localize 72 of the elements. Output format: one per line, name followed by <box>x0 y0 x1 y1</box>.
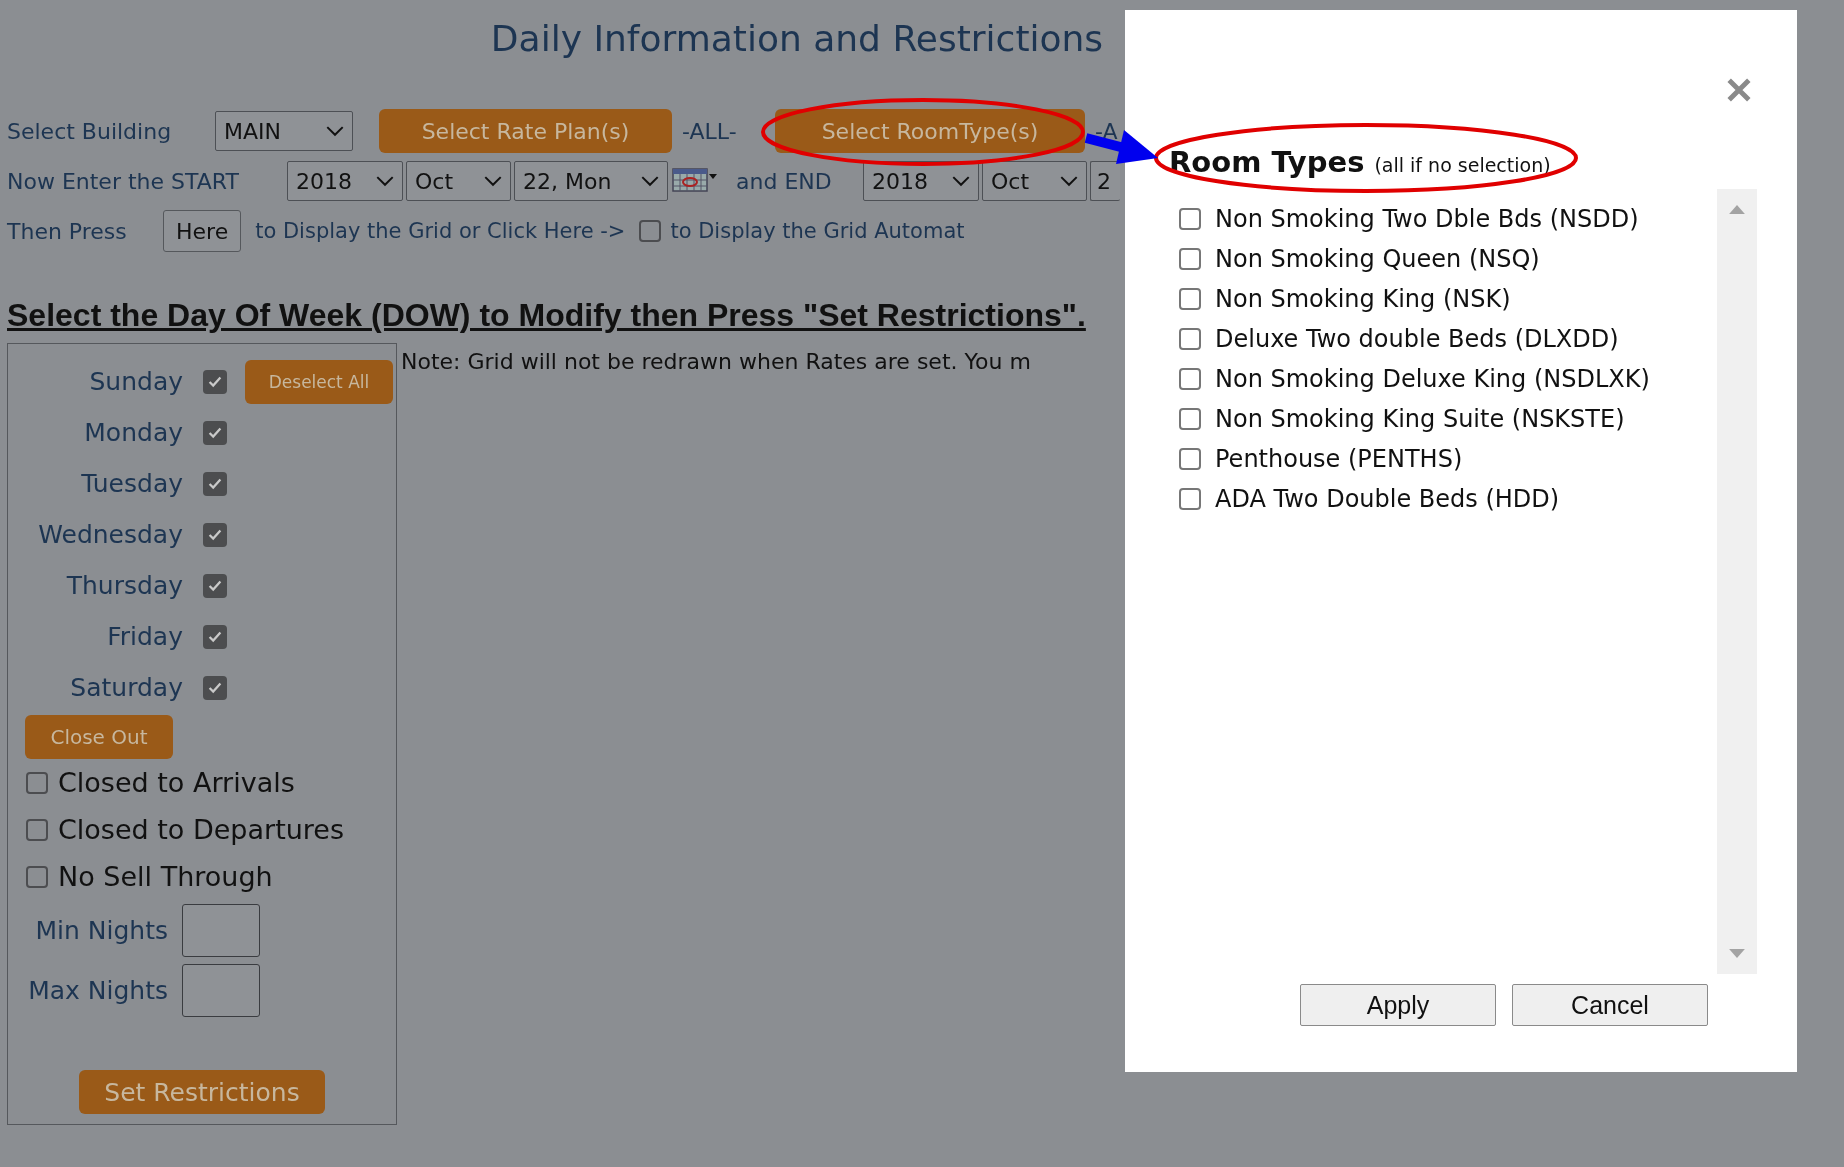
nights-field[interactable] <box>182 963 260 1017</box>
day-label: Friday <box>106 622 183 651</box>
room-type-label: Non Smoking King Suite (NSKSTE) <box>1215 405 1625 433</box>
building-select[interactable]: MAIN <box>215 111 353 151</box>
chevron-icon <box>326 125 344 137</box>
page-title: Daily Information and Restrictions <box>489 17 1105 61</box>
display-hint: to Display the Grid or Click Here -> <box>255 219 626 243</box>
note-text: Note: Grid will not be redrawn when Rates are set. You m <box>401 349 1031 374</box>
room-type-checkbox[interactable] <box>1179 288 1201 310</box>
dialog-title: Room Types <box>1169 145 1365 179</box>
day-label: Tuesday <box>80 469 183 498</box>
date-select[interactable]: 2018 <box>287 161 403 201</box>
nights-label: Min Nights <box>34 915 168 945</box>
day-label: Thursday <box>65 571 183 600</box>
day-checkbox[interactable] <box>203 420 227 445</box>
chevron-icon <box>1060 175 1078 187</box>
start-label: Now Enter the START <box>7 168 240 194</box>
restriction-checkbox[interactable] <box>26 818 48 841</box>
nights-label: Max Nights <box>27 975 168 1005</box>
room-type-label: Penthouse (PENTHS) <box>1215 445 1463 473</box>
day-label: Wednesday <box>37 520 183 549</box>
restriction-checkbox[interactable] <box>26 865 48 888</box>
dialog-hint: (all if no selection) <box>1374 154 1551 176</box>
day-checkbox[interactable] <box>203 624 227 649</box>
room-type-checkbox[interactable] <box>1179 248 1201 270</box>
room-type-label: Non Smoking Two Dble Bds (NSDD) <box>1215 205 1639 233</box>
room-type-label: ADA Two Double Beds (HDD) <box>1215 485 1560 513</box>
restriction-label: Closed to Arrivals <box>58 767 295 798</box>
chevron-icon <box>952 175 970 187</box>
calendar-icon[interactable] <box>672 168 718 194</box>
day-checkbox[interactable] <box>203 573 227 598</box>
room-type-checkbox[interactable] <box>1179 408 1201 430</box>
restriction-checkbox[interactable] <box>26 771 48 794</box>
display-label: Then Press <box>7 218 128 244</box>
restriction-label: No Sell Through <box>58 861 273 892</box>
day-checkbox[interactable] <box>203 675 227 700</box>
auto-display-label: to Display the Grid Automat <box>670 219 965 243</box>
room-type-label: Deluxe Two double Beds (DLXDD) <box>1215 325 1619 353</box>
cancel-button[interactable]: Cancel <box>1512 984 1708 1026</box>
chevron-icon <box>484 175 502 187</box>
room-type-checkbox[interactable] <box>1179 368 1201 390</box>
restriction-label: Closed to Departures <box>58 814 345 845</box>
date-select[interactable]: 2018 <box>863 161 979 201</box>
here-button[interactable]: Here <box>163 210 242 252</box>
room-type-label: Non Smoking Deluxe King (NSDLXK) <box>1215 365 1650 393</box>
nights-field[interactable] <box>182 903 260 957</box>
apply-button[interactable]: Apply <box>1300 984 1496 1026</box>
day-label: Sunday <box>88 367 183 396</box>
room-type-label: Non Smoking King (NSK) <box>1215 285 1511 313</box>
date-select[interactable]: Oct <box>406 161 511 201</box>
room-type-checkbox[interactable] <box>1179 448 1201 470</box>
chevron-icon <box>641 175 659 187</box>
room-type-checkbox[interactable] <box>1179 328 1201 350</box>
day-label: Monday <box>83 418 183 447</box>
room-type-checkbox[interactable] <box>1179 488 1201 510</box>
close-icon[interactable] <box>1725 76 1753 104</box>
date-select[interactable]: Oct <box>982 161 1087 201</box>
room-type-value: -A <box>1095 118 1118 144</box>
chevron-icon <box>376 175 394 187</box>
auto-display-checkbox[interactable] <box>639 220 662 242</box>
date-select[interactable]: 2 <box>1090 161 1120 201</box>
section-heading: Select the Day Of Week (DOW) to Modify then Press "Set Restrictions". <box>7 297 1087 335</box>
day-checkbox[interactable] <box>203 471 227 496</box>
building-label: Select Building <box>7 118 173 144</box>
date-select[interactable]: 22, Mon <box>514 161 668 201</box>
room-type-label: Non Smoking Queen (NSQ) <box>1215 245 1540 273</box>
rate-plan-value: -ALL- <box>682 118 738 144</box>
end-label: and END <box>736 168 833 194</box>
room-type-checkbox[interactable] <box>1179 208 1201 230</box>
day-checkbox[interactable] <box>203 522 227 547</box>
day-checkbox[interactable] <box>203 369 227 394</box>
day-label: Saturday <box>69 673 183 702</box>
